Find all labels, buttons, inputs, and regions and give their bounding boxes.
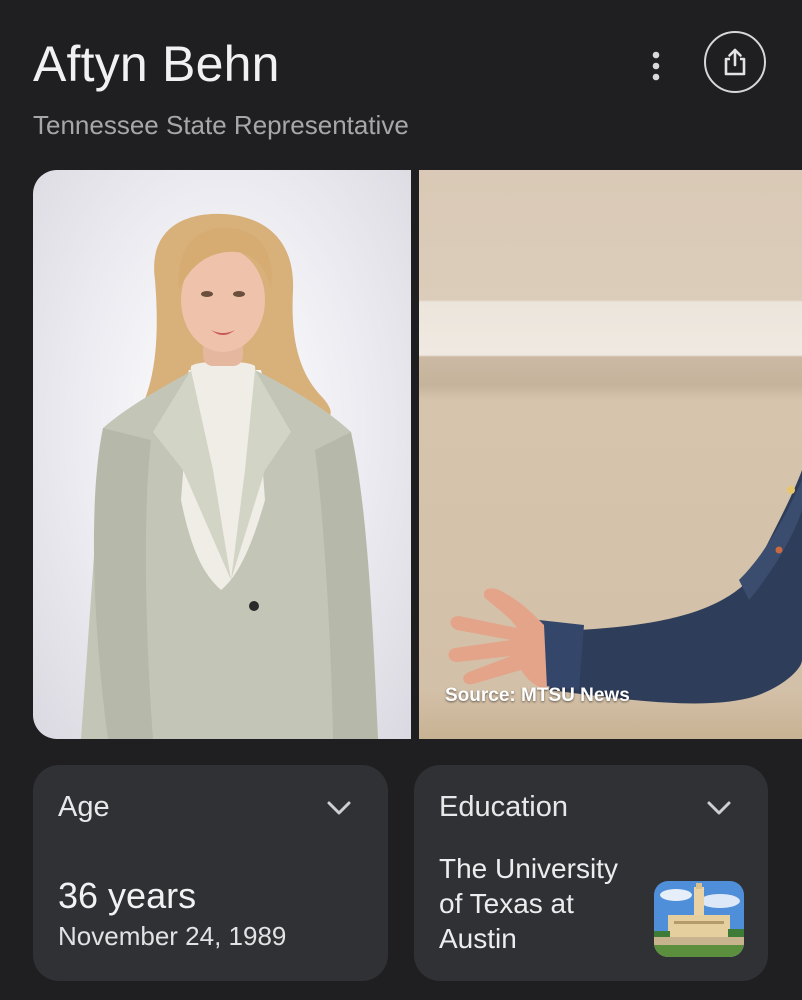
image-source-caption: Source: MTSU News xyxy=(445,685,630,706)
share-icon xyxy=(724,48,746,76)
age-value: 36 years xyxy=(58,875,197,916)
page-subtitle: Tennessee State Representative xyxy=(33,110,409,140)
event-photo[interactable] xyxy=(419,170,802,739)
age-card[interactable]: Age 36 years November 24, 1989 xyxy=(33,765,388,981)
more-vert-icon xyxy=(652,51,660,81)
education-label: Education xyxy=(439,791,568,823)
chevron-down-icon xyxy=(707,801,731,815)
event-illustration xyxy=(448,470,802,704)
knowledge-panel: Aftyn Behn Tennessee State Representativ… xyxy=(0,0,802,1000)
portrait-photo[interactable] xyxy=(33,170,411,739)
birth-date: November 24, 1989 xyxy=(58,921,287,951)
university-thumbnail[interactable] xyxy=(654,881,744,957)
share-button[interactable] xyxy=(704,31,766,93)
more-options-button[interactable] xyxy=(634,44,678,88)
education-card[interactable]: Education The University of Texas at Aus… xyxy=(414,765,768,981)
portrait-illustration xyxy=(81,213,378,739)
chevron-down-icon xyxy=(327,801,351,815)
education-value: The University of Texas at Austin xyxy=(439,853,618,954)
age-label: Age xyxy=(58,791,110,823)
page-title: Aftyn Behn xyxy=(33,36,280,92)
university-building-image xyxy=(654,881,744,957)
